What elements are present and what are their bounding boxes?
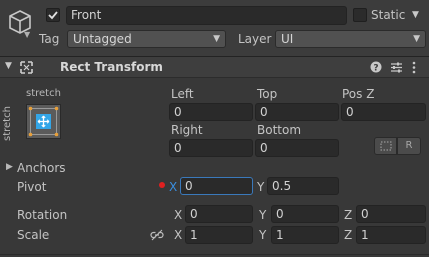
scale-z-label[interactable]: Z (344, 227, 352, 243)
posz-label: Pos Z (342, 87, 375, 101)
left-label: Left (171, 87, 194, 101)
bottom-label: Bottom (257, 123, 302, 137)
anchor-presets-button[interactable] (26, 104, 61, 139)
rotation-label: Rotation (17, 208, 68, 222)
rect-transform-icon (20, 61, 33, 74)
raw-edit-button[interactable]: R (397, 137, 421, 155)
right-label: Right (171, 123, 203, 137)
scale-y-field[interactable]: 1 (271, 226, 339, 244)
active-checkbox[interactable] (46, 8, 60, 22)
layer-dropdown[interactable]: UI ▼ (275, 30, 426, 48)
scale-label: Scale (17, 228, 50, 242)
static-label: Static (371, 8, 406, 22)
pivot-label: Pivot (17, 180, 47, 194)
foldout-arrow-icon[interactable]: ▼ (5, 61, 12, 71)
anchor-stretch-icon (28, 106, 59, 137)
checkmark-icon (48, 11, 58, 20)
more-options-icon[interactable] (411, 61, 417, 74)
tag-value: Untagged (73, 32, 132, 46)
tag-label: Tag (39, 32, 60, 46)
rotation-y-field[interactable]: 0 (271, 205, 339, 223)
static-dropdown-caret-icon[interactable]: ▼ (412, 10, 419, 20)
top-label: Top (257, 87, 278, 101)
layer-label: Layer (238, 32, 272, 46)
scale-y-label[interactable]: Y (259, 227, 266, 243)
rotation-x-label[interactable]: X (174, 207, 182, 223)
chevron-down-icon: ▼ (213, 34, 220, 44)
right-field[interactable]: 0 (169, 139, 253, 157)
constrain-proportions-link-icon[interactable] (150, 229, 164, 241)
pivot-x-field[interactable]: 0 (180, 177, 253, 195)
left-field[interactable]: 0 (169, 103, 253, 121)
posz-field[interactable]: 0 (341, 103, 426, 121)
layer-value: UI (281, 32, 294, 46)
pivot-x-label[interactable]: X (169, 179, 177, 195)
rect-transform-title: Rect Transform (60, 60, 163, 74)
cube-icon-dropdown-caret[interactable]: ▼ (24, 30, 30, 39)
rotation-y-label[interactable]: Y (259, 207, 266, 223)
anchors-foldout-arrow-icon[interactable]: ▶ (6, 162, 13, 172)
tag-dropdown[interactable]: Untagged ▼ (67, 30, 226, 48)
blueprint-mode-button[interactable] (374, 137, 397, 155)
rotation-z-label[interactable]: Z (344, 207, 352, 223)
anchor-stretch-side-label: stretch (2, 106, 13, 141)
dotted-rect-icon (380, 141, 391, 151)
top-field[interactable]: 0 (255, 103, 339, 121)
rotation-z-field[interactable]: 0 (356, 205, 426, 223)
scale-z-field[interactable]: 1 (356, 226, 426, 244)
help-icon[interactable]: ? (370, 61, 382, 73)
chevron-down-icon: ▼ (413, 34, 420, 44)
scale-x-field[interactable]: 1 (185, 226, 253, 244)
pivot-modified-marker-icon (159, 182, 165, 188)
anchors-label[interactable]: Anchors (17, 160, 66, 176)
preset-sliders-icon[interactable] (390, 61, 403, 74)
pivot-y-label[interactable]: Y (257, 179, 264, 195)
rotation-x-field[interactable]: 0 (185, 205, 253, 223)
bottom-field[interactable]: 0 (255, 139, 339, 157)
svg-text:?: ? (373, 64, 378, 74)
scale-x-label[interactable]: X (174, 227, 182, 243)
name-field[interactable]: Front (66, 6, 347, 25)
bottom-divider (0, 254, 429, 255)
rect-transform-header[interactable]: ▼ Rect Transform ? (0, 56, 429, 78)
anchor-stretch-top-label: stretch (26, 88, 61, 99)
static-checkbox[interactable] (353, 8, 367, 22)
pivot-y-field[interactable]: 0.5 (267, 177, 339, 195)
